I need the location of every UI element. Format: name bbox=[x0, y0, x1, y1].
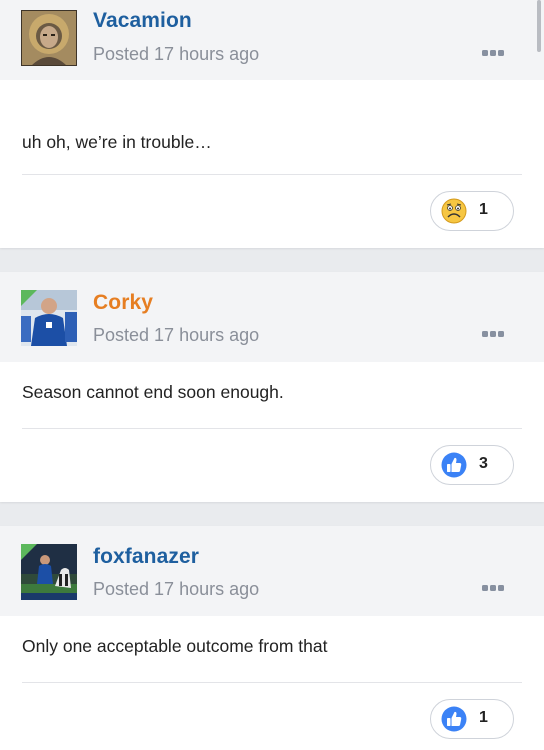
post-header: Vacamion Posted 17 hours ago bbox=[0, 0, 544, 80]
post-text: Season cannot end soon enough. bbox=[22, 382, 284, 402]
thumbs-up-icon bbox=[441, 706, 467, 732]
post-content: Only one acceptable outcome from that 1 bbox=[0, 616, 544, 750]
avatar[interactable] bbox=[21, 10, 77, 66]
reaction-count: 1 bbox=[479, 709, 488, 726]
reaction-count: 1 bbox=[479, 201, 488, 218]
reaction-button[interactable]: 1 bbox=[430, 191, 514, 231]
online-indicator bbox=[21, 544, 37, 560]
post-content: uh oh, we’re in trouble… 1 bbox=[0, 80, 544, 248]
post-header: Corky Posted 17 hours ago bbox=[0, 272, 544, 362]
avatar[interactable] bbox=[21, 290, 77, 346]
post-timestamp: Posted 17 hours ago bbox=[93, 44, 260, 64]
sad-face-emoji-icon bbox=[441, 198, 467, 224]
post-card: Corky Posted 17 hours ago Season cannot … bbox=[0, 272, 544, 502]
post-text: uh oh, we’re in trouble… bbox=[22, 132, 212, 152]
topic-feed: Vacamion Posted 17 hours ago uh oh, we’r… bbox=[0, 0, 544, 750]
post-card: foxfanazer Posted 17 hours ago Only one … bbox=[0, 526, 544, 750]
post-content: Season cannot end soon enough. 3 bbox=[0, 362, 544, 502]
username-link[interactable]: Vacamion bbox=[93, 9, 192, 33]
post-timestamp: Posted 17 hours ago bbox=[93, 325, 260, 345]
more-options-icon[interactable] bbox=[482, 330, 504, 338]
avatar-image-icon bbox=[21, 10, 77, 66]
post-header: foxfanazer Posted 17 hours ago bbox=[0, 526, 544, 616]
post-text: Only one acceptable outcome from that bbox=[22, 636, 328, 656]
divider bbox=[22, 682, 522, 683]
avatar[interactable] bbox=[21, 544, 77, 600]
divider bbox=[22, 174, 522, 175]
reaction-button[interactable]: 3 bbox=[430, 445, 514, 485]
post-timestamp: Posted 17 hours ago bbox=[93, 579, 260, 599]
reaction-button[interactable]: 1 bbox=[430, 699, 514, 739]
reaction-count: 3 bbox=[479, 455, 488, 472]
online-indicator bbox=[21, 290, 37, 306]
thumbs-up-icon bbox=[441, 452, 467, 478]
username-link[interactable]: foxfanazer bbox=[93, 545, 199, 569]
username-link[interactable]: Corky bbox=[93, 291, 153, 315]
scrollbar[interactable] bbox=[537, 0, 541, 52]
post-card: Vacamion Posted 17 hours ago uh oh, we’r… bbox=[0, 0, 544, 248]
more-options-icon[interactable] bbox=[482, 49, 504, 57]
divider bbox=[22, 428, 522, 429]
more-options-icon[interactable] bbox=[482, 584, 504, 592]
